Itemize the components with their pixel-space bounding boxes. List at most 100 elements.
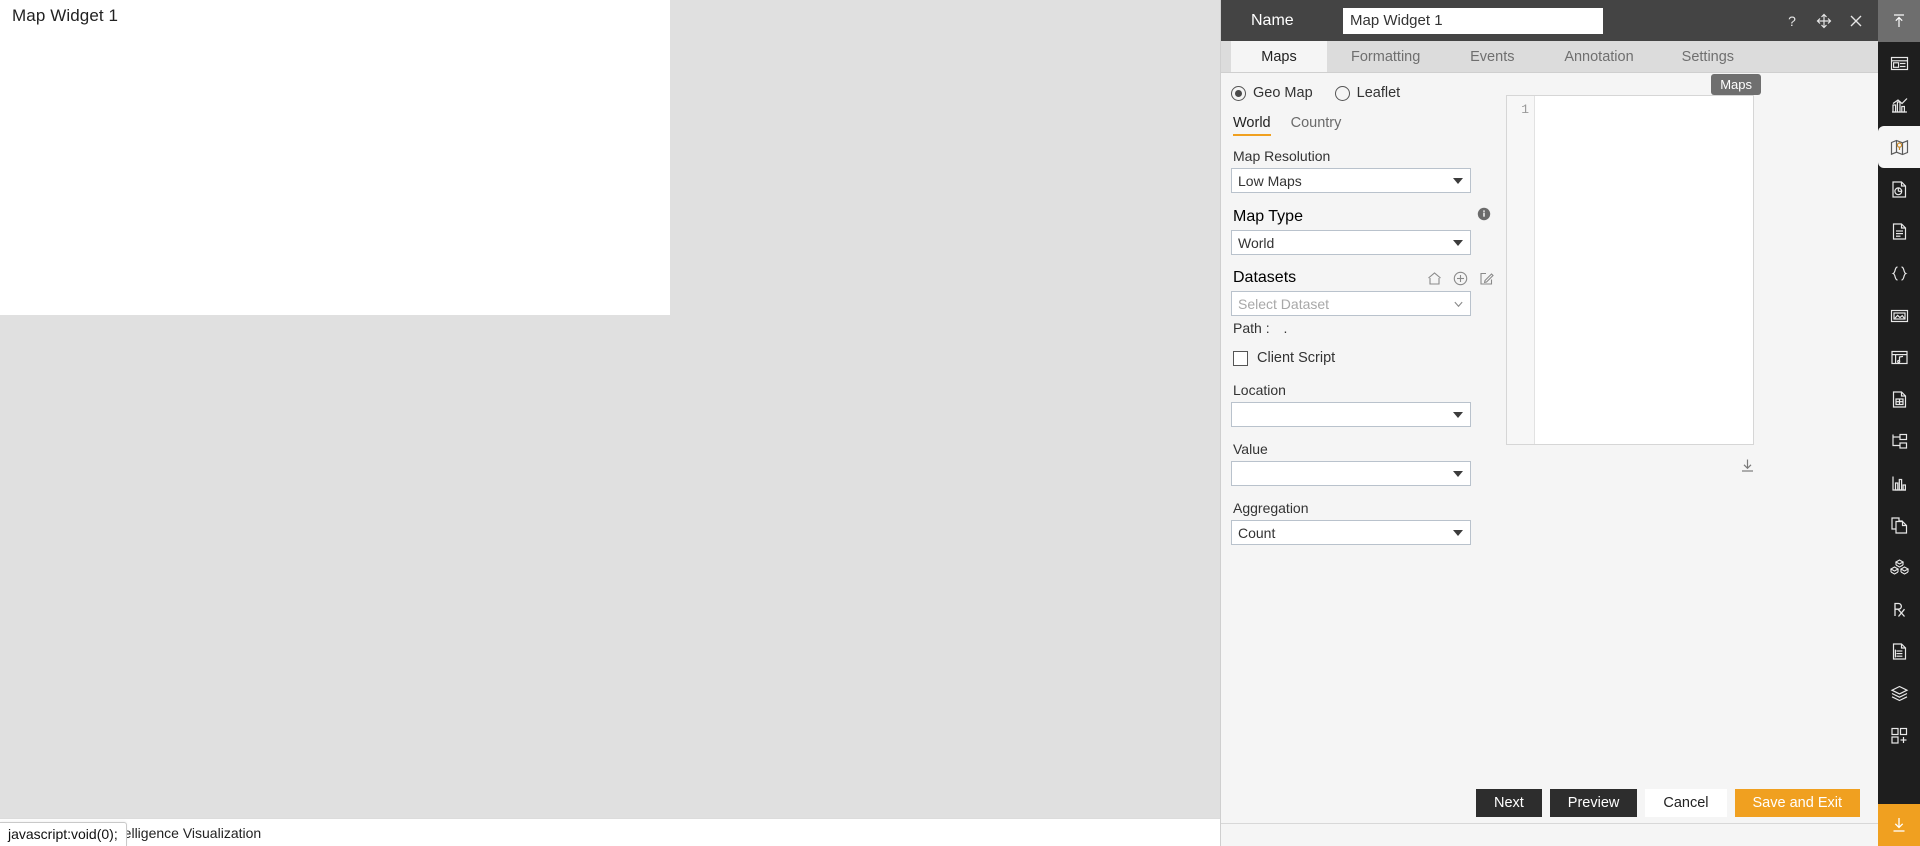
cancel-button[interactable]: Cancel bbox=[1645, 789, 1727, 817]
map-engine-radio-group: Geo Map Leaflet bbox=[1231, 85, 1495, 101]
map-type-label: Map Type bbox=[1233, 207, 1303, 225]
document-icon[interactable] bbox=[1878, 210, 1920, 252]
client-script-checkbox-row[interactable]: Client Script bbox=[1233, 350, 1495, 366]
path-value: . bbox=[1283, 320, 1288, 336]
dataset-path-row: Path : . bbox=[1233, 320, 1495, 336]
tab-formatting[interactable]: Formatting bbox=[1327, 41, 1444, 72]
move-icon[interactable] bbox=[1814, 11, 1834, 31]
tab-events[interactable]: Events bbox=[1444, 41, 1540, 72]
preview-button[interactable]: Preview bbox=[1549, 789, 1638, 817]
map-resolution-select[interactable]: Low Maps bbox=[1231, 168, 1471, 193]
tool-rail bbox=[1878, 0, 1920, 846]
prescription-icon[interactable] bbox=[1878, 588, 1920, 630]
radio-geo-map[interactable]: Geo Map bbox=[1231, 85, 1313, 101]
media-frame-icon[interactable] bbox=[1878, 336, 1920, 378]
footer-bar: ntelligence Visualization javascript:voi… bbox=[0, 818, 1280, 846]
add-widget-icon[interactable] bbox=[1878, 714, 1920, 756]
titlebar-icon-group: ? bbox=[1782, 0, 1866, 41]
canvas-area: Map Widget 1 ntelligence Visualization j… bbox=[0, 0, 1280, 846]
copy-page-icon[interactable] bbox=[1878, 504, 1920, 546]
report-pie-icon[interactable] bbox=[1878, 168, 1920, 210]
save-and-exit-button[interactable]: Save and Exit bbox=[1734, 789, 1860, 817]
map-widget-card[interactable]: Map Widget 1 bbox=[0, 0, 670, 315]
chevron-down-icon bbox=[1453, 411, 1463, 418]
svg-text:?: ? bbox=[1788, 13, 1796, 29]
subtab-country[interactable]: Country bbox=[1291, 115, 1342, 136]
chart-icon[interactable] bbox=[1878, 84, 1920, 126]
aggregation-select[interactable]: Count bbox=[1231, 520, 1471, 545]
image-gallery-icon[interactable] bbox=[1878, 294, 1920, 336]
close-icon[interactable] bbox=[1846, 11, 1866, 31]
collapse-panel-icon[interactable] bbox=[1878, 0, 1920, 42]
tab-maps[interactable]: Maps bbox=[1231, 41, 1327, 72]
chevron-down-icon bbox=[1453, 529, 1463, 536]
editor-surface[interactable] bbox=[1535, 96, 1753, 444]
next-button[interactable]: Next bbox=[1475, 789, 1542, 817]
script-preview-column: 1 Maps bbox=[1506, 74, 1761, 472]
radio-leaflet-indicator bbox=[1334, 85, 1350, 101]
client-script-checkbox[interactable] bbox=[1233, 350, 1248, 366]
home-icon[interactable] bbox=[1426, 270, 1443, 287]
widget-card-icon[interactable] bbox=[1878, 42, 1920, 84]
tree-structure-icon[interactable] bbox=[1878, 420, 1920, 462]
panel-tabs: Maps Formatting Events Annotation Settin… bbox=[1221, 41, 1878, 73]
subtab-world[interactable]: World bbox=[1233, 115, 1271, 136]
download-rail-icon[interactable] bbox=[1878, 804, 1920, 846]
map-type-select[interactable]: World bbox=[1231, 230, 1471, 255]
widget-properties-panel: Name ? bbox=[1220, 0, 1878, 846]
dataset-select[interactable]: Select Dataset bbox=[1231, 291, 1471, 316]
chevron-down-icon bbox=[1453, 177, 1463, 184]
code-braces-icon[interactable] bbox=[1878, 252, 1920, 294]
map-resolution-value: Low Maps bbox=[1238, 172, 1302, 189]
name-label: Name bbox=[1251, 11, 1294, 29]
chevron-down-icon bbox=[1453, 239, 1463, 246]
path-label: Path : bbox=[1233, 320, 1270, 336]
map-scope-tabs: World Country bbox=[1231, 115, 1495, 136]
datasets-label: Datasets bbox=[1233, 269, 1297, 286]
location-select[interactable] bbox=[1231, 402, 1471, 427]
edit-icon[interactable] bbox=[1478, 270, 1495, 287]
value-label: Value bbox=[1233, 441, 1268, 457]
tab-annotation[interactable]: Annotation bbox=[1540, 41, 1657, 72]
dataset-action-icons bbox=[1426, 270, 1495, 287]
radio-geo-map-indicator bbox=[1231, 85, 1246, 101]
radio-leaflet[interactable]: Leaflet bbox=[1334, 85, 1401, 101]
notes-icon[interactable] bbox=[1878, 630, 1920, 672]
radio-geo-map-label: Geo Map bbox=[1253, 85, 1313, 101]
download-icon[interactable] bbox=[1739, 457, 1756, 474]
panel-action-buttons: Next Preview Cancel Save and Exit bbox=[1475, 789, 1860, 817]
dataset-placeholder: Select Dataset bbox=[1238, 295, 1330, 312]
radio-leaflet-label: Leaflet bbox=[1356, 85, 1401, 101]
client-script-label: Client Script bbox=[1257, 350, 1336, 366]
maps-form-column: Geo Map Leaflet World Country Map Resolu… bbox=[1231, 73, 1495, 559]
panel-body: Geo Map Leaflet World Country Map Resolu… bbox=[1221, 73, 1878, 846]
script-editor[interactable]: 1 Maps bbox=[1506, 74, 1761, 445]
widget-name-input[interactable] bbox=[1343, 7, 1603, 34]
location-label: Location bbox=[1233, 382, 1286, 398]
panel-titlebar: Name ? bbox=[1221, 0, 1878, 41]
help-icon[interactable]: ? bbox=[1782, 11, 1802, 31]
tab-settings[interactable]: Settings bbox=[1658, 41, 1758, 72]
panel-bottom-divider bbox=[1221, 823, 1878, 824]
map-type-value: World bbox=[1238, 234, 1275, 251]
bar-chart-icon[interactable] bbox=[1878, 462, 1920, 504]
map-icon[interactable] bbox=[1878, 126, 1920, 168]
chevron-down-icon bbox=[1454, 301, 1463, 307]
map-type-label-row: Map Type bbox=[1233, 207, 1495, 226]
spreadsheet-icon[interactable] bbox=[1878, 378, 1920, 420]
aggregation-value: Count bbox=[1238, 524, 1276, 541]
cubes-icon[interactable] bbox=[1878, 546, 1920, 588]
datasets-label-row: Datasets bbox=[1233, 269, 1495, 287]
footer-text: ntelligence Visualization bbox=[112, 825, 262, 841]
chevron-down-icon bbox=[1453, 470, 1463, 477]
map-resolution-label: Map Resolution bbox=[1233, 148, 1331, 164]
editor-gutter: 1 bbox=[1507, 96, 1535, 444]
aggregation-label: Aggregation bbox=[1233, 500, 1309, 516]
status-bar-link-preview: javascript:void(0); bbox=[0, 822, 127, 846]
value-select[interactable] bbox=[1231, 461, 1471, 486]
add-circle-icon[interactable] bbox=[1452, 270, 1469, 287]
widget-title: Map Widget 1 bbox=[12, 6, 119, 25]
maps-badge: Maps bbox=[1711, 74, 1761, 95]
info-icon[interactable] bbox=[1477, 207, 1491, 226]
layers-icon[interactable] bbox=[1878, 672, 1920, 714]
